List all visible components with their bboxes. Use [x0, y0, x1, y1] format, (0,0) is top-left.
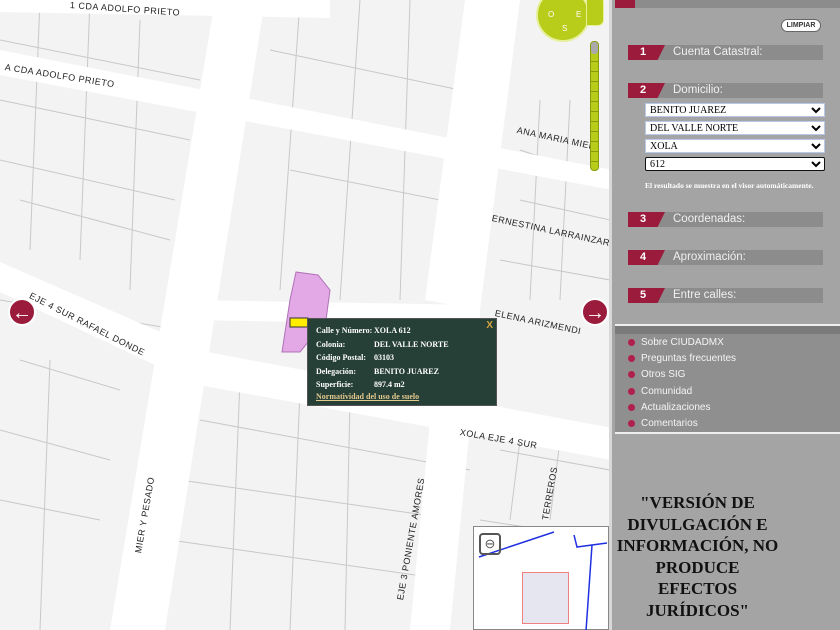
parcel-marker — [289, 317, 309, 328]
section-2[interactable]: 2 Domicilio: — [628, 83, 823, 98]
section-3[interactable]: 3 Coordenadas: — [628, 212, 823, 227]
popup-key: Superficie: — [316, 380, 354, 390]
menu-link-label: Actualizaciones — [641, 401, 711, 413]
compass-south[interactable]: S — [562, 24, 567, 33]
popup-key: Colonia: — [316, 339, 346, 349]
section-title: Cuenta Catastral: — [673, 46, 763, 58]
menu-link-label: Otros SIG — [641, 369, 686, 381]
pan-left-button[interactable]: ← — [8, 298, 36, 326]
popup-value: 03103 — [374, 353, 394, 363]
popup-row: Superficie: 897.4 m2 — [316, 378, 488, 392]
section-title: Entre calles: — [673, 289, 737, 301]
close-popup-button[interactable]: X — [486, 320, 493, 331]
calle-select[interactable]: XOLA — [645, 139, 825, 153]
section-1[interactable]: 1 Cuenta Catastral: — [628, 45, 823, 60]
bullet-icon — [628, 338, 635, 346]
zoom-buttons[interactable] — [586, 0, 604, 26]
search-panel: LIMPIAR 1 Cuenta Catastral: 2 Domicilio: 3 Co… — [615, 0, 840, 630]
section-number: 2 — [628, 83, 665, 98]
compass-east[interactable]: E — [576, 10, 581, 19]
bullet-icon — [628, 387, 635, 395]
bullet-icon — [628, 354, 635, 362]
menu-link[interactable]: Comentarios — [615, 415, 840, 431]
land-use-link[interactable]: Normatividad del uso de suelo — [316, 392, 419, 401]
panel-header — [615, 0, 840, 8]
menu-link-label: Preguntas frecuentes — [641, 352, 737, 364]
menu-link[interactable]: Comunidad — [615, 383, 840, 399]
popup-key: Delegación: — [316, 366, 356, 376]
zoom-slider[interactable] — [590, 41, 599, 171]
zoom-slider-thumb[interactable] — [591, 42, 598, 54]
overview-extent-box[interactable] — [522, 572, 569, 624]
delegacion-select[interactable]: BENITO JUAREZ — [645, 103, 825, 117]
popup-value: 897.4 m2 — [374, 380, 405, 390]
bullet-icon — [628, 420, 635, 428]
popup-row: Código Postal: 03103 — [316, 351, 488, 365]
section-4[interactable]: 4 Aproximación: — [628, 250, 823, 265]
popup-value: XOLA 612 — [374, 326, 411, 336]
popup-row: Calle y Número: XOLA 612 — [316, 324, 488, 338]
map-viewer[interactable]: 1 CDA ADOLFO PRIETO A CDA ADOLFO PRIETO … — [0, 0, 612, 630]
disclaimer: "VERSIÓN DE DIVULGACIÓN E INFORMACIÓN, N… — [616, 493, 779, 620]
section-5[interactable]: 5 Entre calles: — [628, 288, 823, 303]
popup-row: Delegación: BENITO JUAREZ — [316, 365, 488, 379]
overview-map[interactable]: ⊖ — [473, 526, 609, 630]
section-title: Aproximación: — [673, 251, 746, 263]
zoom-out-icon[interactable]: ⊖ — [479, 533, 501, 555]
menu-link[interactable]: Sobre CIUDADMX — [615, 334, 840, 350]
menu-link[interactable]: Preguntas frecuentes — [615, 350, 840, 366]
menu-link[interactable]: Actualizaciones — [615, 399, 840, 415]
compass-west[interactable]: O — [548, 10, 554, 19]
clear-button[interactable]: LIMPIAR — [781, 19, 821, 32]
numero-select[interactable]: 612 — [645, 157, 825, 171]
section-title: Domicilio: — [673, 84, 723, 96]
pan-right-button[interactable]: → — [581, 298, 609, 326]
bullet-icon — [628, 403, 635, 411]
section-number: 5 — [628, 288, 665, 303]
bullet-icon — [628, 371, 635, 379]
section-number: 3 — [628, 212, 665, 227]
menu-link-label: Comentarios — [641, 418, 698, 430]
info-popup: X Calle y Número: XOLA 612 Colonia: DEL VAL… — [307, 318, 497, 406]
result-note: El resultado se muestra en el visor auto… — [645, 181, 814, 190]
section-title: Coordenadas: — [673, 213, 746, 225]
menu-link-label: Sobre CIUDADMX — [641, 336, 724, 348]
colonia-select[interactable]: DEL VALLE NORTE — [645, 121, 825, 135]
menu-link-label: Comunidad — [641, 385, 693, 397]
links-menu: Sobre CIUDADMX Preguntas frecuentes Otros … — [615, 324, 840, 434]
section-number: 4 — [628, 250, 665, 265]
popup-value: BENITO JUAREZ — [374, 366, 439, 376]
section-number: 1 — [628, 45, 665, 60]
popup-key: Calle y Número: — [316, 326, 373, 336]
popup-key: Código Postal: — [316, 353, 366, 363]
menu-link[interactable]: Otros SIG — [615, 367, 840, 383]
popup-row: Colonia: DEL VALLE NORTE — [316, 338, 488, 352]
popup-value: DEL VALLE NORTE — [374, 339, 449, 349]
